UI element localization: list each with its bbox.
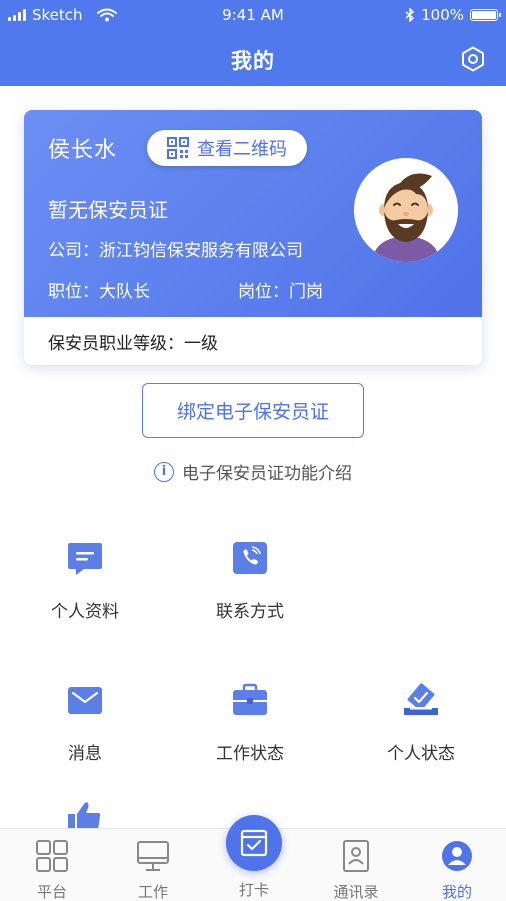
menu-label: 联系方式 [216, 602, 284, 622]
view-qr-button[interactable]: 查看二维码 [147, 130, 307, 166]
tab-work[interactable]: 工作 [113, 839, 193, 901]
tab-mine[interactable]: 我的 [417, 839, 497, 901]
contacts-icon [343, 840, 369, 872]
punch-in-button[interactable] [226, 815, 282, 871]
profile-card: 侯长水 查看二维码 暂无保安员证 公司：浙江钧信保安服务有限公司 职位：大队长 … [24, 110, 482, 365]
menu-item-work-status[interactable]: 工作状态 [180, 682, 320, 764]
tab-punch-label: 打卡 [238, 881, 269, 899]
menu-item-messages[interactable]: 消息 [15, 682, 155, 764]
professional-level: 保安员职业等级：一级 [48, 334, 218, 354]
license-intro-label: 电子保安员证功能介绍 [182, 464, 352, 484]
avatar[interactable] [354, 158, 458, 262]
profile-card-header: 侯长水 查看二维码 暂无保安员证 公司：浙江钧信保安服务有限公司 职位：大队长 … [24, 110, 482, 317]
phone-icon [233, 542, 267, 574]
thumbs-up-icon[interactable] [66, 800, 104, 830]
tab-label: 通讯录 [333, 883, 379, 901]
bluetooth-icon [405, 8, 415, 22]
post-info: 岗位：门岗 [238, 282, 323, 302]
position-info: 职位：大队长 [48, 282, 150, 302]
envelope-icon [68, 687, 102, 714]
tab-label: 我的 [441, 883, 472, 901]
menu-label: 个人状态 [387, 744, 455, 764]
view-qr-label: 查看二维码 [197, 139, 287, 160]
battery-fill [472, 11, 496, 19]
message-doc-icon [68, 543, 102, 575]
menu-label: 个人资料 [51, 602, 119, 622]
menu-item-contact[interactable]: 联系方式 [180, 540, 320, 622]
ballot-check-icon [404, 683, 438, 715]
battery-icon [470, 9, 501, 21]
header-bar: 我的 [0, 30, 506, 86]
grid-icon [36, 840, 68, 872]
briefcase-icon [233, 683, 267, 715]
tab-label: 平台 [36, 883, 67, 901]
battery-percent: 100% [421, 6, 464, 24]
menu-item-personal-status[interactable]: 个人状态 [351, 682, 491, 764]
page-title: 我的 [231, 49, 275, 73]
license-intro-link[interactable]: i 电子保安员证功能介绍 [0, 459, 506, 484]
menu-item-personal-info[interactable]: 个人资料 [15, 540, 155, 622]
bind-license-button[interactable]: 绑定电子保安员证 [142, 383, 364, 438]
info-icon: i [154, 461, 174, 482]
tab-platform[interactable]: 平台 [12, 839, 92, 901]
tab-label: 工作 [137, 883, 168, 901]
calendar-check-icon [240, 829, 268, 857]
license-status: 暂无保安员证 [48, 198, 168, 222]
tab-contacts[interactable]: 通讯录 [316, 839, 396, 901]
user-name: 侯长水 [48, 138, 118, 163]
gear-icon[interactable] [460, 46, 486, 72]
status-bar: Sketch 9:41 AM 100% [0, 0, 506, 30]
qr-code-icon [167, 137, 189, 159]
profile-icon [442, 841, 472, 871]
avatar-bearded-man-icon [354, 158, 458, 262]
company-info: 公司：浙江钧信保安服务有限公司 [48, 241, 303, 261]
menu-label: 消息 [68, 744, 102, 764]
status-right: 100% [405, 6, 501, 24]
menu-label: 工作状态 [216, 744, 284, 764]
monitor-icon [137, 841, 169, 871]
